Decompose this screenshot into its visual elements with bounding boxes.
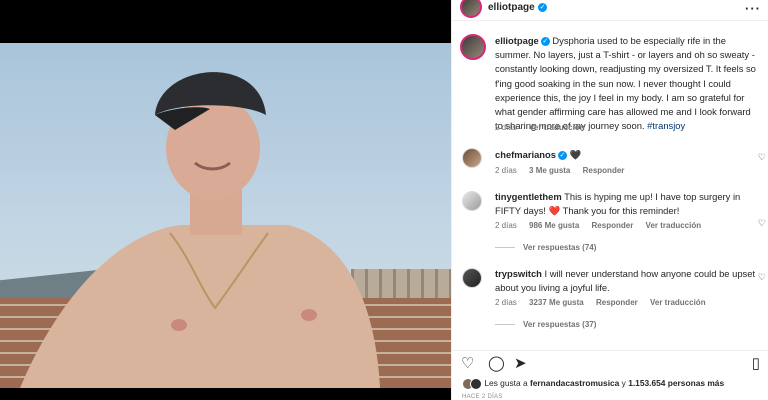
hashtag-link[interactable]: #transjoy <box>647 120 685 131</box>
comment-meta: 2 días 3237 Me gusta Responder Ver tradu… <box>495 298 716 307</box>
comment-avatar[interactable] <box>462 268 482 288</box>
reply-button[interactable]: Responder <box>592 221 634 230</box>
bookmark-icon[interactable]: ▯ <box>752 354 760 372</box>
comment-username[interactable]: chefmarianos <box>495 149 556 160</box>
see-translation-link[interactable]: Ver traducción <box>529 123 585 132</box>
comment-icon[interactable]: ◯ <box>488 354 505 372</box>
comment-item: trypswitch I will never understand how a… <box>495 267 757 295</box>
see-translation-link[interactable]: Ver traducción <box>650 298 706 307</box>
reply-button[interactable]: Responder <box>596 298 638 307</box>
likes-count[interactable]: 1.153.654 personas más <box>628 378 724 388</box>
comment-age: 2 días <box>495 221 517 230</box>
comment-avatar[interactable] <box>462 191 482 211</box>
post-header: elliotpage ✓ ··· <box>452 0 768 21</box>
post-date: HACE 2 DÍAS <box>462 394 503 400</box>
caption-avatar[interactable] <box>460 34 486 60</box>
verified-badge-icon: ✓ <box>557 151 567 161</box>
post-photo <box>0 43 451 388</box>
post-media[interactable] <box>0 0 451 400</box>
reply-button[interactable]: Responder <box>583 166 625 175</box>
likes-prefix: Les gusta a <box>484 378 528 389</box>
more-options-icon[interactable]: ··· <box>745 1 761 16</box>
comment-likes[interactable]: 3237 Me gusta <box>529 298 584 307</box>
verified-badge-icon: ✓ <box>538 3 547 12</box>
send-icon[interactable]: ➤ <box>514 354 527 372</box>
comment-age: 2 días <box>495 166 517 175</box>
comment-item: chefmarianos ✓ 🖤 <box>495 148 757 162</box>
comments-panel: elliotpage ✓ ··· elliotpage ✓ Dysphoria u… <box>451 0 768 400</box>
person-figure <box>20 72 380 388</box>
comment-list[interactable]: elliotpage ✓ Dysphoria used to be especia… <box>452 22 768 342</box>
comment-meta: 2 días 986 Me gusta Responder Ver traduc… <box>495 221 711 230</box>
likes-user[interactable]: fernandacastromusica <box>530 378 619 388</box>
comment-like-heart-icon[interactable]: ♡ <box>758 272 766 283</box>
view-replies-link[interactable]: Ver respuestas (37) <box>495 320 596 329</box>
comment-meta: 2 días 3 Me gusta Responder <box>495 166 634 175</box>
comment-username[interactable]: trypswitch <box>495 268 542 279</box>
caption-age: 2 días <box>495 123 517 132</box>
post-caption: elliotpage ✓ Dysphoria used to be especia… <box>495 34 757 133</box>
caption-meta: 2 días Ver traducción <box>495 123 595 132</box>
likes-summary[interactable]: Les gusta a fernandacastromusica y 1.153… <box>462 378 724 390</box>
comment-avatar[interactable] <box>462 148 482 168</box>
caption-text: Dysphoria used to be especially rife in … <box>495 35 756 132</box>
comment-item: tinygentlethem This is hyping me up! I h… <box>495 190 757 218</box>
caption-username[interactable]: elliotpage <box>495 35 539 46</box>
view-replies-link[interactable]: Ver respuestas (74) <box>495 243 596 252</box>
author-avatar[interactable] <box>460 0 482 18</box>
see-translation-link[interactable]: Ver traducción <box>646 221 702 230</box>
liker-avatar <box>470 378 482 390</box>
action-bar: ♡ ◯ ➤ ▯ <box>452 350 768 373</box>
comment-age: 2 días <box>495 298 517 307</box>
comment-likes[interactable]: 986 Me gusta <box>529 221 579 230</box>
comment-likes[interactable]: 3 Me gusta <box>529 166 570 175</box>
verified-badge-icon: ✓ <box>540 37 550 47</box>
comment-text: 🖤 <box>569 149 582 160</box>
heart-icon[interactable]: ♡ <box>461 354 474 372</box>
comment-username[interactable]: tinygentlethem <box>495 191 562 202</box>
likes-connector: y <box>621 378 626 389</box>
comment-like-heart-icon[interactable]: ♡ <box>758 218 766 229</box>
comment-like-heart-icon[interactable]: ♡ <box>758 152 766 163</box>
author-username[interactable]: elliotpage <box>488 2 535 13</box>
